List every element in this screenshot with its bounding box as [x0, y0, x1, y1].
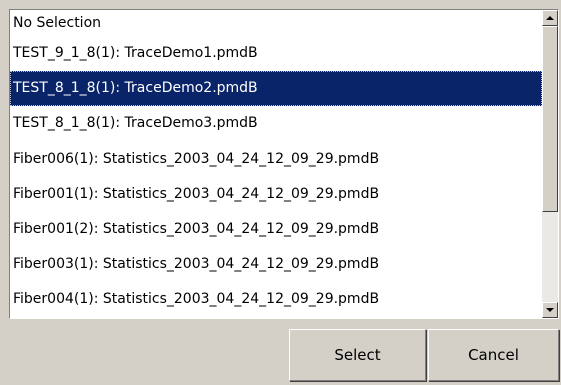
scrollbar-thumb[interactable]: [542, 26, 558, 212]
arrow-down-icon: [546, 308, 554, 312]
list-item[interactable]: Fiber006(1): Statistics_2003_04_24_12_09…: [10, 142, 542, 177]
scroll-up-button[interactable]: [542, 10, 558, 26]
file-selection-dialog: No Selection TEST_9_1_8(1): TraceDemo1.p…: [0, 0, 561, 385]
list-item[interactable]: TEST_8_1_8(1): TraceDemo3.pmdB: [10, 106, 542, 141]
list-item[interactable]: Fiber003(1): Statistics_2003_04_24_12_09…: [10, 247, 542, 282]
file-list: No Selection TEST_9_1_8(1): TraceDemo1.p…: [10, 10, 542, 318]
list-item[interactable]: Fiber004(1): Statistics_2003_04_24_12_09…: [10, 282, 542, 317]
list-item[interactable]: TEST_9_1_8(1): TraceDemo1.pmdB: [10, 36, 542, 71]
file-list-box: No Selection TEST_9_1_8(1): TraceDemo1.p…: [9, 9, 559, 319]
scroll-down-button[interactable]: [542, 302, 558, 318]
list-item[interactable]: Fiber001(2): Statistics_2003_04_24_12_09…: [10, 212, 542, 247]
button-bar: Select Cancel: [0, 326, 561, 385]
list-item[interactable]: TEST_8_1_8(1): TraceDemo2.pmdB: [10, 71, 542, 107]
list-item[interactable]: No Selection: [10, 10, 542, 36]
arrow-up-icon: [546, 16, 554, 20]
vertical-scrollbar[interactable]: [542, 10, 558, 318]
list-item[interactable]: Fiber001(1): Statistics_2003_04_24_12_09…: [10, 177, 542, 212]
select-button[interactable]: Select: [289, 329, 426, 381]
cancel-button[interactable]: Cancel: [428, 329, 559, 381]
